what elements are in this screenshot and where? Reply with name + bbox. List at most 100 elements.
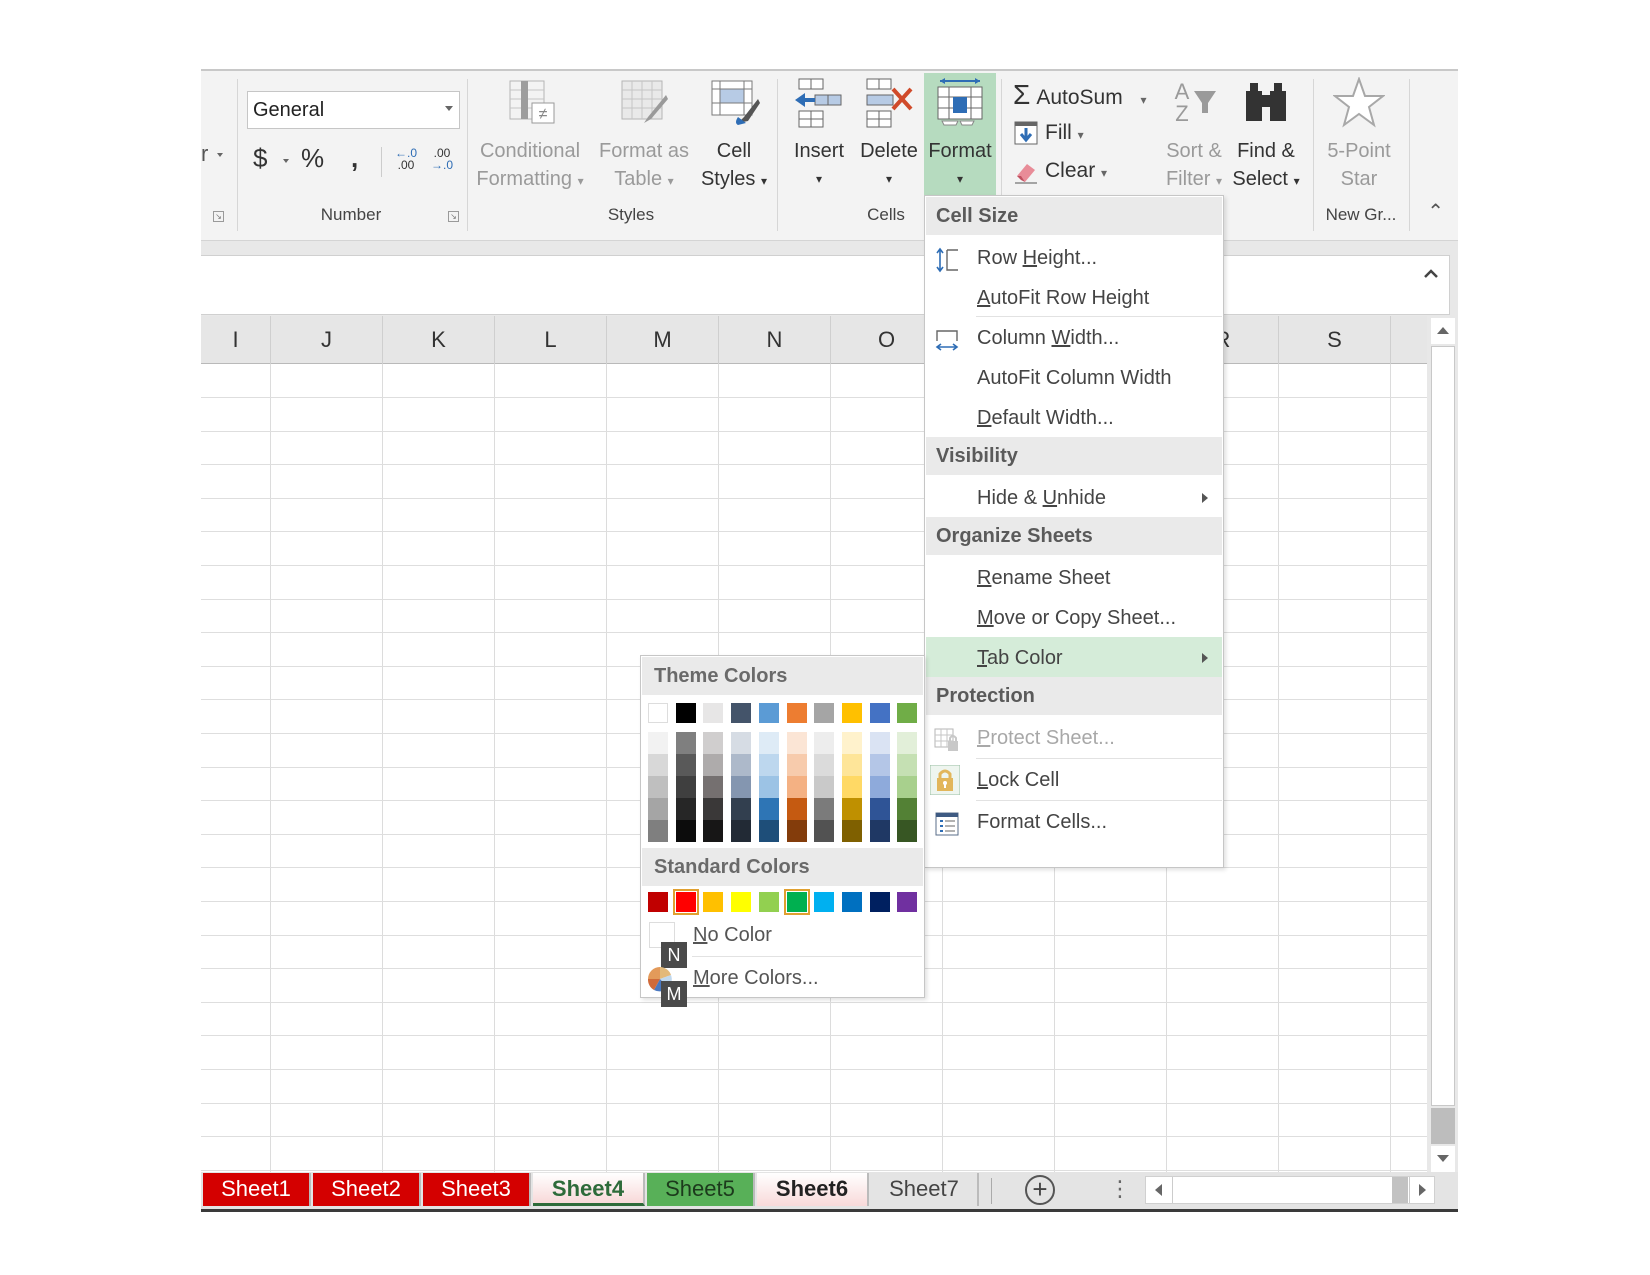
menu-item-lock-cell[interactable]: Lock Cell xyxy=(926,759,1222,801)
theme-color-tint-swatch[interactable] xyxy=(869,732,890,754)
scroll-thumb[interactable] xyxy=(1431,1108,1455,1144)
standard-color-swatch[interactable] xyxy=(897,892,918,912)
standard-color-swatch[interactable] xyxy=(869,892,890,912)
comma-style-button[interactable]: , xyxy=(351,143,358,174)
theme-color-tint-swatch[interactable] xyxy=(786,798,807,820)
find-select-button[interactable]: Find & Select ▾ xyxy=(1231,77,1301,205)
theme-color-tint-swatch[interactable] xyxy=(731,820,752,842)
standard-color-swatch[interactable] xyxy=(703,892,724,912)
theme-color-tint-swatch[interactable] xyxy=(814,732,835,754)
theme-color-tint-swatch[interactable] xyxy=(841,776,862,798)
theme-color-tint-swatch[interactable] xyxy=(758,754,779,776)
theme-color-tint-swatch[interactable] xyxy=(648,820,668,842)
theme-color-tint-swatch[interactable] xyxy=(675,776,696,798)
column-header-m[interactable]: M xyxy=(607,316,719,364)
theme-color-tint-swatch[interactable] xyxy=(869,776,890,798)
theme-color-tint-swatch[interactable] xyxy=(897,732,918,754)
theme-color-tint-swatch[interactable] xyxy=(648,754,668,776)
collapse-ribbon-icon[interactable]: ⌃ xyxy=(1427,199,1444,224)
menu-item-format-cells[interactable]: Format Cells... xyxy=(926,801,1222,843)
cell-styles-button[interactable]: Cell Styles ▾ xyxy=(694,77,774,205)
theme-color-tint-swatch[interactable] xyxy=(703,798,724,820)
vertical-scrollbar[interactable] xyxy=(1427,316,1458,1174)
number-dialog-launcher-icon[interactable]: ↘ xyxy=(448,211,459,222)
theme-color-tint-swatch[interactable] xyxy=(703,776,724,798)
theme-color-tint-swatch[interactable] xyxy=(703,754,724,776)
theme-color-tint-swatch[interactable] xyxy=(841,798,862,820)
theme-color-tint-swatch[interactable] xyxy=(841,820,862,842)
scroll-down-button[interactable] xyxy=(1431,1146,1455,1172)
theme-color-tint-swatch[interactable] xyxy=(841,732,862,754)
theme-color-swatch[interactable] xyxy=(758,703,779,723)
fill-button[interactable]: Fill ▾ xyxy=(1013,117,1084,149)
theme-color-tint-swatch[interactable] xyxy=(841,754,862,776)
scroll-up-button[interactable] xyxy=(1431,318,1455,344)
sheet-tab-sheet7[interactable]: Sheet7 xyxy=(871,1173,979,1206)
format-as-table-button[interactable]: Format as Table ▾ xyxy=(594,77,694,205)
formula-input[interactable] xyxy=(201,255,1450,315)
theme-color-swatch[interactable] xyxy=(786,703,807,723)
scroll-left-button[interactable] xyxy=(1146,1177,1170,1203)
theme-color-tint-swatch[interactable] xyxy=(897,754,918,776)
theme-color-swatch[interactable] xyxy=(648,703,668,723)
menu-item-rename-sheet[interactable]: Rename Sheet xyxy=(926,557,1222,599)
horizontal-scrollbar[interactable] xyxy=(1145,1176,1435,1204)
clear-button[interactable]: Clear ▾ xyxy=(1013,155,1107,187)
theme-color-tint-swatch[interactable] xyxy=(731,732,752,754)
dialog-launcher-icon[interactable]: ↘ xyxy=(213,211,224,222)
standard-color-swatch[interactable] xyxy=(672,889,699,915)
theme-color-tint-swatch[interactable] xyxy=(786,732,807,754)
new-sheet-button[interactable]: + xyxy=(1025,1175,1055,1205)
menu-item-column-width[interactable]: Column Width... xyxy=(926,317,1222,359)
standard-color-swatch[interactable] xyxy=(648,892,668,912)
theme-color-tint-swatch[interactable] xyxy=(758,798,779,820)
theme-color-swatch[interactable] xyxy=(675,703,696,723)
theme-color-swatch[interactable] xyxy=(814,703,835,723)
theme-color-tint-swatch[interactable] xyxy=(675,754,696,776)
theme-color-tint-swatch[interactable] xyxy=(648,776,668,798)
theme-color-tint-swatch[interactable] xyxy=(869,754,890,776)
column-header-i[interactable]: I xyxy=(201,316,271,364)
sheet-tab-sheet6[interactable]: Sheet6 xyxy=(757,1173,869,1206)
theme-color-tint-swatch[interactable] xyxy=(731,776,752,798)
standard-color-swatch[interactable] xyxy=(841,892,862,912)
partial-dropdown-caret[interactable] xyxy=(217,153,223,157)
increase-decimal-button[interactable]: ←.0 .00 xyxy=(393,147,419,171)
column-header-l[interactable]: L xyxy=(495,316,607,364)
theme-color-tint-swatch[interactable] xyxy=(731,754,752,776)
number-format-combo[interactable]: General xyxy=(247,91,460,129)
menu-item-autofit-row-height[interactable]: AutoFit Row Height xyxy=(926,277,1222,319)
theme-color-tint-swatch[interactable] xyxy=(703,732,724,754)
theme-color-tint-swatch[interactable] xyxy=(758,820,779,842)
delete-button[interactable]: Delete ▾ xyxy=(854,77,924,205)
theme-color-tint-swatch[interactable] xyxy=(786,776,807,798)
decrease-decimal-button[interactable]: .00 →.0 xyxy=(429,147,455,171)
sheet-tab-sheet4[interactable]: Sheet4 xyxy=(533,1173,645,1206)
theme-color-tint-swatch[interactable] xyxy=(675,732,696,754)
chevron-up-icon[interactable] xyxy=(1423,266,1439,282)
column-header-j[interactable]: J xyxy=(271,316,383,364)
theme-color-swatch[interactable] xyxy=(841,703,862,723)
sheet-tab-sheet5[interactable]: Sheet5 xyxy=(647,1173,755,1206)
theme-color-tint-swatch[interactable] xyxy=(814,820,835,842)
theme-color-tint-swatch[interactable] xyxy=(897,776,918,798)
column-header-k[interactable]: K xyxy=(383,316,495,364)
sheet-tab-sheet1[interactable]: Sheet1 xyxy=(203,1173,311,1206)
menu-item-default-width[interactable]: Default Width... xyxy=(926,397,1222,439)
theme-color-tint-swatch[interactable] xyxy=(675,798,696,820)
insert-button[interactable]: Insert ▾ xyxy=(786,77,852,205)
more-options-icon[interactable]: ⋮ xyxy=(1109,1176,1131,1202)
sheet-tab-sheet3[interactable]: Sheet3 xyxy=(423,1173,531,1206)
column-header-s[interactable]: S xyxy=(1279,316,1391,364)
theme-color-swatch[interactable] xyxy=(731,703,752,723)
theme-color-tint-swatch[interactable] xyxy=(897,820,918,842)
currency-button[interactable]: $ xyxy=(253,143,267,174)
menu-item-hide-unhide[interactable]: Hide & Unhide xyxy=(926,477,1222,519)
theme-color-tint-swatch[interactable] xyxy=(786,820,807,842)
scroll-right-button[interactable] xyxy=(1410,1177,1434,1203)
sort-filter-button[interactable]: AZ Sort & Filter ▾ xyxy=(1159,77,1229,205)
theme-color-tint-swatch[interactable] xyxy=(648,732,668,754)
menu-item-autofit-column-width[interactable]: AutoFit Column Width xyxy=(926,357,1222,399)
column-header-n[interactable]: N xyxy=(719,316,831,364)
theme-color-tint-swatch[interactable] xyxy=(814,754,835,776)
